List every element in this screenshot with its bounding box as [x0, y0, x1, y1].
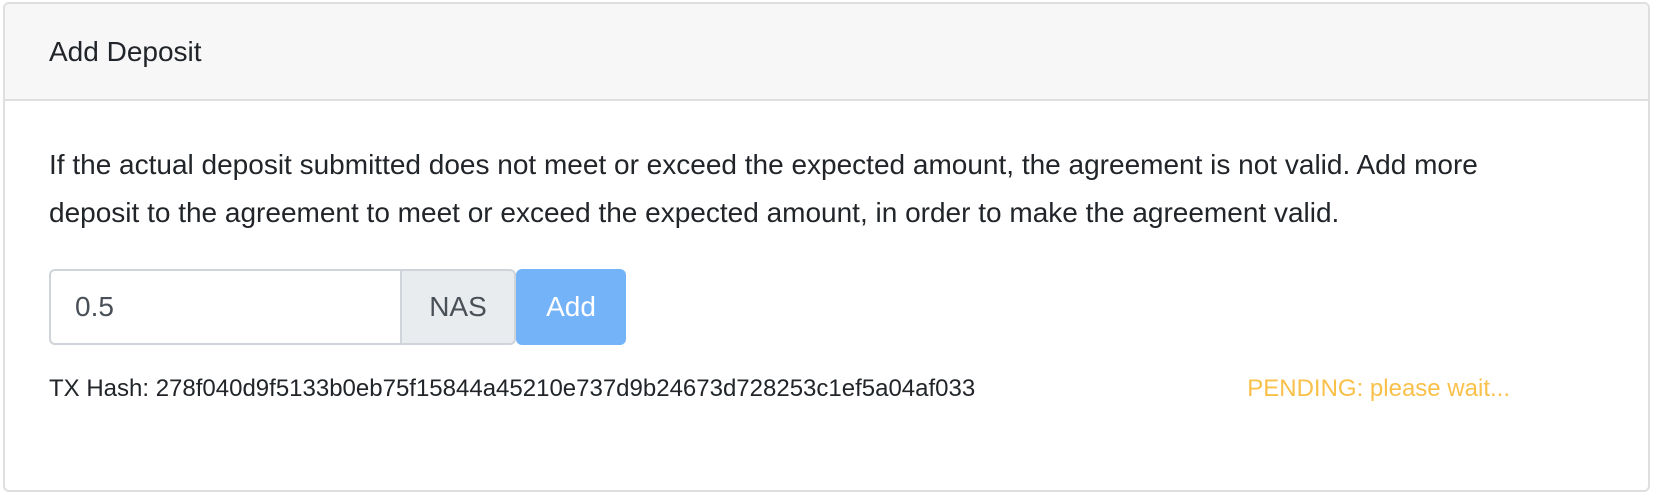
deposit-input-group: NAS Add — [49, 269, 1604, 345]
add-deposit-button[interactable]: Add — [516, 269, 626, 345]
transaction-status-row: TX Hash: 278f040d9f5133b0eb75f15844a4521… — [49, 375, 1604, 403]
card-body: If the actual deposit submitted does not… — [5, 101, 1648, 403]
card-title: Add Deposit — [49, 35, 202, 67]
deposit-description: If the actual deposit submitted does not… — [49, 149, 1478, 228]
card-header: Add Deposit — [5, 4, 1648, 101]
tx-status: PENDING: please wait... — [1247, 375, 1510, 402]
add-deposit-card: Add Deposit If the actual deposit submit… — [3, 2, 1650, 492]
tx-hash: TX Hash: 278f040d9f5133b0eb75f15844a4521… — [49, 375, 976, 402]
deposit-amount-input[interactable] — [49, 269, 400, 345]
unit-addon: NAS — [400, 269, 516, 345]
